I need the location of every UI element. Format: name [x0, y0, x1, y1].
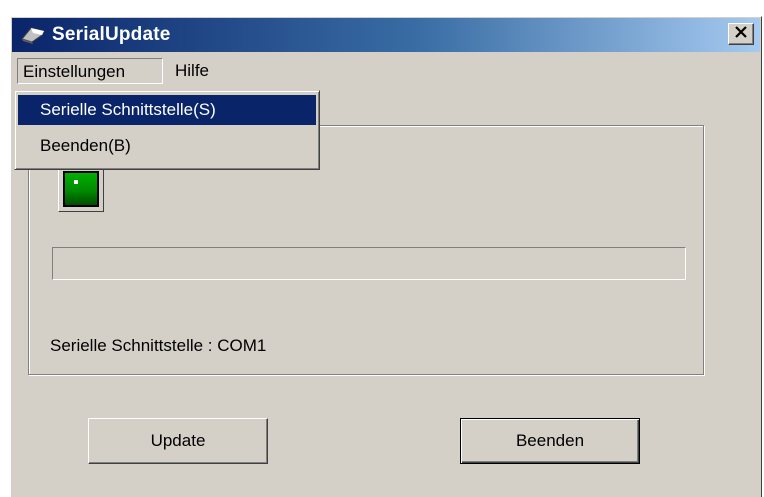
menu-item-serielle-schnittstelle[interactable]: Serielle Schnittstelle(S) [18, 95, 316, 125]
led-indicator-icon [63, 171, 99, 207]
einstellungen-dropdown-menu: Serielle Schnittstelle(S) Beenden(B) [14, 90, 320, 170]
menu-bar: Einstellungen Hilfe [12, 55, 760, 87]
close-icon [734, 25, 748, 43]
joystick-icon [20, 25, 46, 45]
menu-einstellungen[interactable]: Einstellungen [17, 58, 163, 84]
menu-hilfe[interactable]: Hilfe [170, 58, 214, 84]
window-title: SerialUpdate [52, 24, 171, 45]
led-indicator [58, 166, 104, 212]
beenden-button[interactable]: Beenden [460, 418, 640, 464]
close-button[interactable] [728, 23, 754, 45]
led-highlight [74, 180, 78, 184]
title-bar[interactable]: SerialUpdate [12, 18, 760, 52]
update-button[interactable]: Update [88, 418, 268, 464]
progress-bar [52, 247, 686, 280]
menu-item-beenden[interactable]: Beenden(B) [18, 131, 316, 161]
status-label: Serielle Schnittstelle : COM1 [50, 336, 267, 355]
